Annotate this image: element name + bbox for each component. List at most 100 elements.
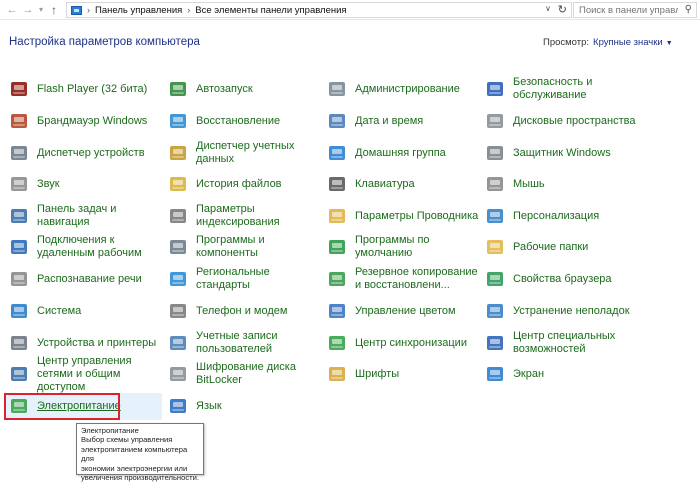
recent-locations-chevron-icon[interactable]: ▾	[36, 2, 46, 18]
item-label: Система	[37, 304, 82, 317]
control-panel-item-admin[interactable]: Администрирование	[326, 75, 480, 103]
control-panel-item-backup[interactable]: Резервное копирование и восстановлени...	[326, 265, 480, 293]
color-management-icon	[326, 300, 348, 322]
item-label: Устранение неполадок	[513, 304, 630, 317]
breadcrumb-item-control-panel[interactable]: Панель управления	[95, 5, 182, 16]
item-label: Диспетчер устройств	[37, 146, 145, 159]
item-label: Защитник Windows	[513, 146, 611, 159]
sound-icon	[8, 173, 30, 195]
control-panel-item-internet[interactable]: Свойства браузера	[484, 265, 638, 293]
control-panel-item-mouse[interactable]: Мышь	[484, 170, 638, 198]
region-icon	[167, 268, 189, 290]
control-panel-item-speech[interactable]: Распознавание речи	[8, 265, 162, 293]
view-by-dropdown[interactable]: Крупные значки	[593, 37, 663, 48]
search-box[interactable]: ⚲	[573, 2, 697, 18]
control-panel-item-phone[interactable]: Телефон и модем	[167, 297, 321, 325]
control-panel-item-language[interactable]: Язык	[167, 392, 321, 420]
item-label: Подключения к удаленным рабочим	[37, 234, 142, 259]
search-input[interactable]	[574, 4, 678, 16]
control-panel-item-workfolders[interactable]: Рабочие папки	[484, 233, 638, 261]
control-panel-item-accounts[interactable]: Учетные записи пользователей	[167, 329, 321, 357]
display-icon	[484, 363, 506, 385]
control-panel-item-firewall[interactable]: Брандмауэр Windows	[8, 107, 162, 135]
control-panel-item-storage[interactable]: Дисковые пространства	[484, 107, 638, 135]
sync-center-icon	[326, 332, 348, 354]
item-label: Устройства и принтеры	[37, 336, 157, 349]
item-label: Клавиатура	[355, 177, 415, 190]
control-panel-item-defaults[interactable]: Программы по умолчанию	[326, 233, 480, 261]
ease-of-access-icon	[484, 332, 506, 354]
taskbar-icon	[8, 205, 30, 227]
address-dropdown-chevron-icon[interactable]: ∨	[545, 4, 551, 13]
control-panel-item-display[interactable]: Экран	[484, 360, 638, 388]
up-arrow-icon[interactable]: ↑	[46, 2, 62, 18]
control-panel-item-taskbar[interactable]: Панель задач и навигация	[8, 202, 162, 230]
item-label: Дата и время	[355, 114, 424, 127]
control-panel-item-sync[interactable]: Центр синхронизации	[326, 329, 480, 357]
file-history-icon	[167, 173, 189, 195]
control-panel-item-datetime[interactable]: Дата и время	[326, 107, 480, 135]
control-panel-item-recovery[interactable]: Восстановление	[167, 107, 321, 135]
control-panel-item-sound[interactable]: Звук	[8, 170, 162, 198]
control-panel-item-programs[interactable]: Программы и компоненты	[167, 233, 321, 261]
page-title: Настройка параметров компьютера	[9, 36, 200, 48]
control-panel-item-security[interactable]: Безопасность и обслуживание	[484, 75, 638, 103]
user-accounts-icon	[167, 332, 189, 354]
item-label: Администрирование	[355, 82, 460, 95]
troubleshooting-icon	[484, 300, 506, 322]
control-panel-item-credmgr[interactable]: Диспетчер учетных данных	[167, 139, 321, 167]
item-label: Автозапуск	[196, 82, 253, 95]
control-panel-item-filehistory[interactable]: История файлов	[167, 170, 321, 198]
item-label: Параметры индексирования	[196, 203, 280, 228]
item-label: Шифрование диска BitLocker	[196, 361, 296, 386]
forward-arrow-icon[interactable]: →	[20, 2, 36, 18]
refresh-icon[interactable]: ↻	[558, 3, 567, 16]
control-panel-item-region[interactable]: Региональные стандарты	[167, 265, 321, 293]
explorer-options-icon	[326, 205, 348, 227]
item-label: Персонализация	[513, 209, 600, 222]
item-label: Язык	[196, 399, 222, 412]
item-label: Телефон и модем	[196, 304, 288, 317]
programs-icon	[167, 236, 189, 258]
control-panel-item-personalization[interactable]: Персонализация	[484, 202, 638, 230]
control-panel-item-autoplay[interactable]: Автозапуск	[167, 75, 321, 103]
tooltip-line: экономии электроэнергии или	[81, 463, 188, 473]
breadcrumb-item-all-items[interactable]: Все элементы панели управления	[195, 5, 346, 16]
item-label: Диспетчер учетных данных	[196, 140, 295, 165]
breadcrumb[interactable]: › Панель управления › Все элементы панел…	[66, 2, 572, 18]
view-by-chevron-down-icon[interactable]: ▼	[666, 40, 673, 47]
control-panel-item-devmgr[interactable]: Диспетчер устройств	[8, 139, 162, 167]
tooltip-line: увеличения производительности.	[81, 473, 199, 483]
search-icon[interactable]: ⚲	[685, 4, 692, 15]
control-panel-item-keyboard[interactable]: Клавиатура	[326, 170, 480, 198]
credential-manager-icon	[167, 142, 189, 164]
control-panel-item-bitlocker[interactable]: Шифрование диска BitLocker	[167, 360, 321, 388]
control-panel-item-flash[interactable]: Flash Player (32 бита)	[8, 75, 162, 103]
control-panel-item-indexing[interactable]: Параметры индексирования	[167, 202, 321, 230]
control-panel-item-devices[interactable]: Устройства и принтеры	[8, 329, 162, 357]
bitlocker-icon	[167, 363, 189, 385]
control-panel-item-defender[interactable]: Защитник Windows	[484, 139, 638, 167]
control-panel-item-fonts[interactable]: Шрифты	[326, 360, 480, 388]
personalization-icon	[484, 205, 506, 227]
control-panel-item-ease[interactable]: Центр специальных возможностей	[484, 329, 638, 357]
item-label: Центр синхронизации	[355, 336, 467, 349]
item-label: Программы и компоненты	[196, 234, 265, 259]
item-label: Рабочие папки	[513, 240, 589, 253]
control-panel-item-system[interactable]: Система	[8, 297, 162, 325]
control-panel-item-network[interactable]: Центр управления сетями и общим доступом	[8, 355, 162, 393]
control-panel-item-remoteapp[interactable]: Подключения к удаленным рабочим	[8, 233, 162, 261]
back-arrow-icon[interactable]: ←	[4, 2, 20, 18]
item-label: Центр специальных возможностей	[513, 330, 616, 355]
item-label: Шрифты	[355, 367, 400, 380]
breadcrumb-separator-icon[interactable]: ›	[87, 5, 90, 15]
control-panel-item-color[interactable]: Управление цветом	[326, 297, 480, 325]
view-by: Просмотр: Крупные значки ▼	[543, 37, 673, 48]
control-panel-item-troubleshoot[interactable]: Устранение неполадок	[484, 297, 638, 325]
indexing-icon	[167, 205, 189, 227]
backup-icon	[326, 268, 348, 290]
breadcrumb-separator-icon[interactable]: ›	[187, 5, 190, 15]
control-panel-icon	[71, 5, 82, 15]
control-panel-item-explorer[interactable]: Параметры Проводника	[326, 202, 480, 230]
control-panel-item-homegroup[interactable]: Домашняя группа	[326, 139, 480, 167]
